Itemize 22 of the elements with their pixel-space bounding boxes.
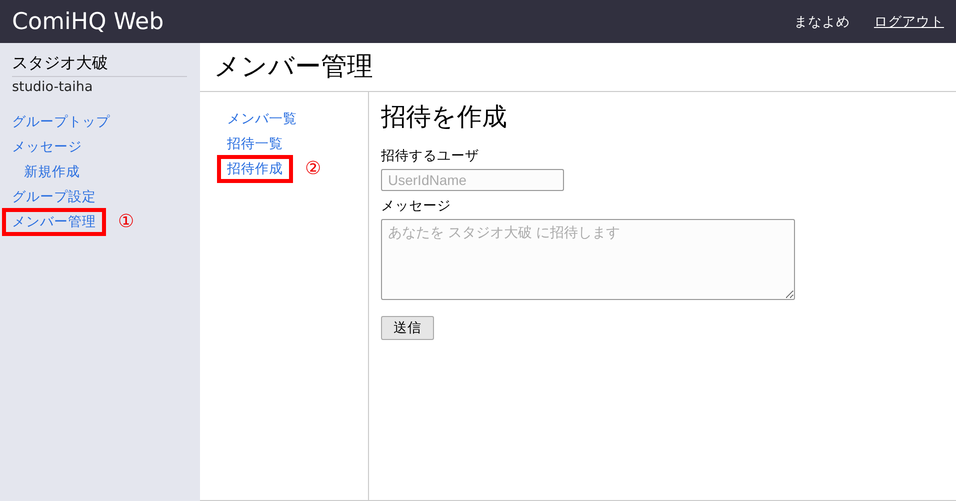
nav-link[interactable]: メンバ一覧 bbox=[217, 104, 307, 132]
form-heading: 招待を作成 bbox=[381, 101, 508, 133]
nav-link[interactable]: 招待一覧 bbox=[217, 130, 293, 158]
group-name: スタジオ大破 bbox=[12, 53, 187, 77]
app-title: ComiHQ Web bbox=[12, 8, 165, 34]
submit-button[interactable]: 送信 bbox=[381, 316, 434, 340]
message-field[interactable]: あなたを スタジオ大破 に招待します bbox=[381, 219, 795, 300]
logout-link[interactable]: ログアウト bbox=[874, 12, 944, 30]
user-input-field[interactable]: UserIdName bbox=[381, 169, 564, 191]
nav-link[interactable]: グループトップ bbox=[2, 108, 120, 136]
page-title: メンバー管理 bbox=[200, 43, 956, 92]
group-id: studio-taiha bbox=[12, 79, 94, 95]
nav-link[interactable]: メンバー管理 bbox=[2, 208, 106, 236]
nav-link[interactable]: 新規作成 bbox=[14, 158, 90, 186]
user-name: まなよめ bbox=[794, 12, 850, 30]
callout-number: ② bbox=[305, 158, 322, 179]
field-label: メッセージ bbox=[381, 197, 452, 215]
field-label: 招待するユーザ bbox=[381, 147, 480, 165]
nav-link[interactable]: 招待作成 bbox=[217, 154, 293, 182]
nav-link[interactable]: グループ設定 bbox=[2, 182, 106, 210]
callout-number: ① bbox=[118, 211, 134, 232]
nav-link[interactable]: メッセージ bbox=[2, 132, 92, 160]
